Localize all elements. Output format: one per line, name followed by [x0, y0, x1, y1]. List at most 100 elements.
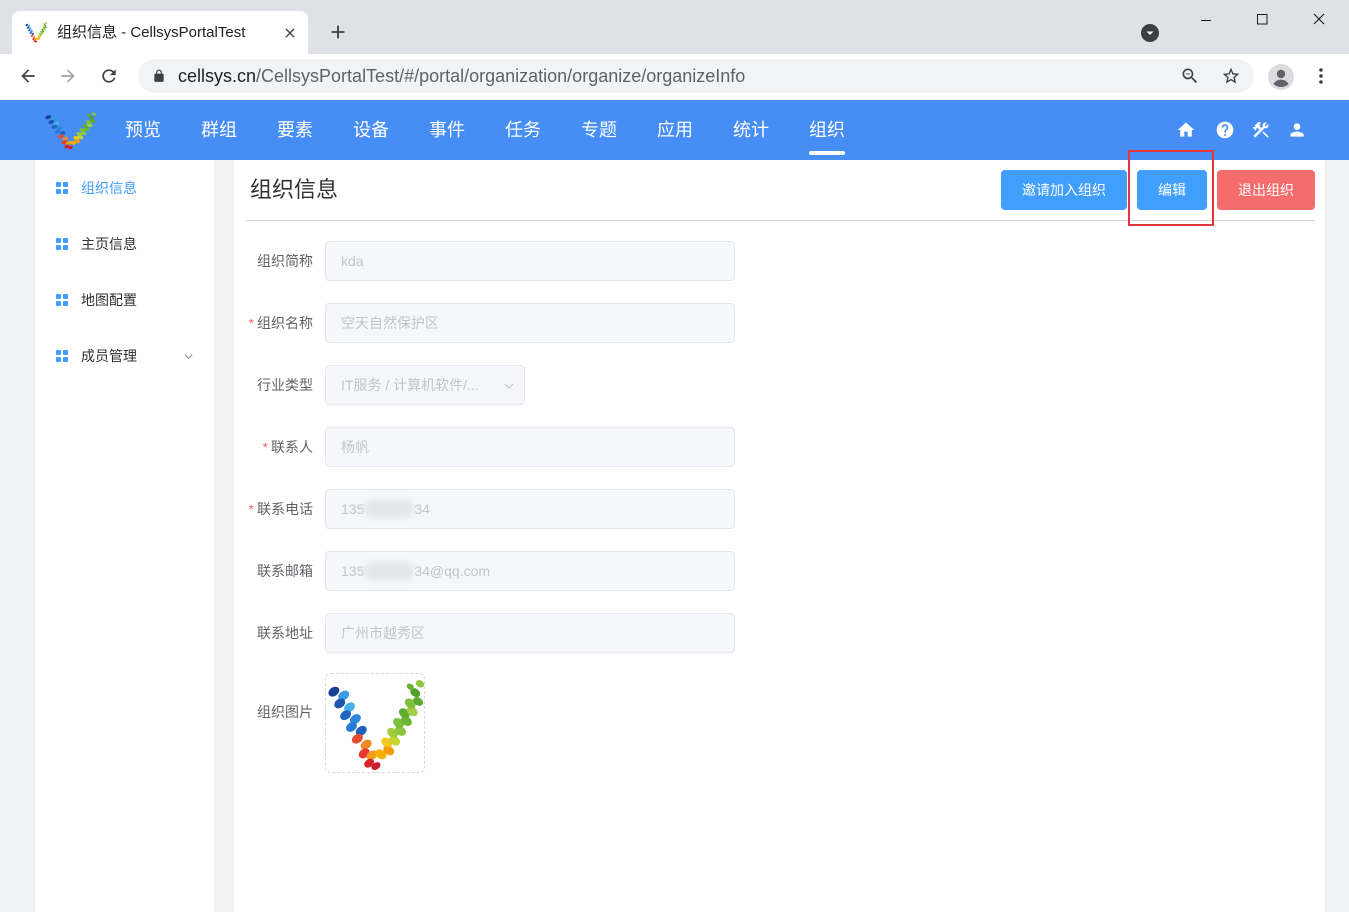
- email-value-suffix: 34@qq.com: [414, 563, 491, 579]
- tab-search-icon[interactable]: [1141, 24, 1159, 42]
- org-logo-image: [326, 674, 424, 772]
- leave-org-button[interactable]: 退出组织: [1217, 170, 1315, 210]
- address-value: 广州市越秀区: [341, 625, 425, 641]
- edit-button[interactable]: 编辑: [1137, 170, 1207, 210]
- contact-value: 杨帆: [341, 439, 369, 455]
- org-name-value: 空天自然保护区: [341, 315, 439, 331]
- maximize-icon[interactable]: [1256, 13, 1268, 25]
- address-input[interactable]: 广州市越秀区: [325, 613, 735, 653]
- short-name-label: 组织简称: [236, 241, 313, 281]
- required-mark: *: [248, 315, 254, 331]
- back-arrow-icon[interactable]: [18, 66, 38, 86]
- industry-label: 行业类型: [236, 365, 313, 405]
- phone-value-suffix: 34: [414, 501, 430, 517]
- star-icon[interactable]: [1221, 66, 1241, 86]
- cellsys-logo[interactable]: [44, 110, 96, 150]
- sidebar: 组织信息 主页信息 地图配置 成员管理: [35, 160, 214, 912]
- nav-item-preview[interactable]: 预览: [105, 100, 181, 160]
- url-path: /CellsysPortalTest/#/portal/organization…: [256, 66, 746, 86]
- org-image-label: 组织图片: [236, 692, 313, 732]
- sidebar-item-label: 成员管理: [81, 348, 137, 364]
- grid-icon: [56, 182, 68, 194]
- main-nav: 预览 群组 要素 设备 事件 任务 专题 应用 统计 组织: [105, 100, 865, 160]
- browser-tab-strip: 组织信息 - CellsysPortalTest: [0, 0, 1349, 54]
- short-name-value: kda: [341, 253, 364, 269]
- privacy-blur: [364, 561, 415, 580]
- reload-icon[interactable]: [99, 66, 119, 86]
- org-name-label-text: 组织名称: [257, 315, 313, 331]
- more-vertical-icon[interactable]: [1311, 66, 1331, 86]
- phone-label-text: 联系电话: [257, 501, 313, 517]
- sidebar-item-label: 地图配置: [81, 292, 137, 308]
- tab-title: 组织信息 - CellsysPortalTest: [57, 24, 246, 41]
- privacy-blur: [364, 499, 415, 518]
- sidebar-item-label: 主页信息: [81, 236, 137, 252]
- org-name-input[interactable]: 空天自然保护区: [325, 303, 735, 343]
- sidebar-item-map-config[interactable]: 地图配置: [35, 272, 214, 328]
- industry-label-text: 行业类型: [257, 377, 313, 393]
- tools-icon[interactable]: [1251, 120, 1271, 140]
- required-mark: *: [248, 501, 254, 517]
- email-label-text: 联系邮箱: [257, 563, 313, 579]
- contact-input[interactable]: 杨帆: [325, 427, 735, 467]
- nav-item-organization[interactable]: 组织: [789, 100, 865, 160]
- phone-label: * 联系电话: [236, 489, 313, 529]
- contact-label-text: 联系人: [271, 439, 313, 455]
- org-name-label: * 组织名称: [236, 303, 313, 343]
- nav-item-groups[interactable]: 群组: [181, 100, 257, 160]
- url-host: cellsys.cn: [178, 66, 257, 86]
- grid-icon: [56, 294, 68, 306]
- minimize-icon[interactable]: [1200, 14, 1212, 26]
- url-text[interactable]: cellsys.cn/CellsysPortalTest/#/portal/or…: [178, 59, 745, 93]
- main-panel: 组织信息 邀请加入组织 编辑 退出组织 组织简称 kda * 组织名称 空天自然保…: [234, 160, 1325, 912]
- sidebar-item-home-info[interactable]: 主页信息: [35, 216, 214, 272]
- phone-input[interactable]: 135 34: [325, 489, 735, 529]
- industry-select[interactable]: IT服务 / 计算机软件/...: [325, 365, 525, 405]
- nav-item-statistics[interactable]: 统计: [713, 100, 789, 160]
- plus-icon[interactable]: [327, 21, 349, 43]
- nav-item-devices[interactable]: 设备: [333, 100, 409, 160]
- nav-item-elements[interactable]: 要素: [257, 100, 333, 160]
- sidebar-item-org-info[interactable]: 组织信息: [35, 160, 214, 216]
- browser-toolbar: cellsys.cn/CellsysPortalTest/#/portal/or…: [0, 54, 1349, 100]
- required-mark: *: [262, 439, 268, 455]
- page-title: 组织信息: [250, 177, 339, 202]
- nav-item-tasks[interactable]: 任务: [485, 100, 561, 160]
- address-bar[interactable]: cellsys.cn/CellsysPortalTest/#/portal/or…: [138, 59, 1254, 93]
- window-close-icon[interactable]: [1313, 13, 1325, 25]
- phone-value-prefix: 135: [341, 501, 365, 517]
- profile-avatar-icon[interactable]: [1268, 64, 1294, 90]
- nav-item-topics[interactable]: 专题: [561, 100, 637, 160]
- org-image-label-text: 组织图片: [257, 704, 313, 720]
- email-value-prefix: 135: [341, 563, 365, 579]
- chevron-down-icon: [504, 383, 514, 389]
- nav-item-apps[interactable]: 应用: [637, 100, 713, 160]
- org-image-upload[interactable]: [325, 673, 425, 773]
- home-icon[interactable]: [1176, 120, 1196, 140]
- email-label: 联系邮箱: [236, 551, 313, 591]
- title-divider: [246, 220, 1315, 221]
- chevron-down-icon[interactable]: [183, 351, 194, 362]
- short-name-label-text: 组织简称: [257, 253, 313, 269]
- help-icon[interactable]: [1215, 120, 1235, 140]
- app-header: 预览 群组 要素 设备 事件 任务 专题 应用 统计 组织: [0, 100, 1349, 160]
- nav-item-events[interactable]: 事件: [409, 100, 485, 160]
- email-input[interactable]: 135 34@qq.com: [325, 551, 735, 591]
- sidebar-item-label: 组织信息: [81, 180, 137, 196]
- invite-to-org-button[interactable]: 邀请加入组织: [1001, 170, 1127, 210]
- address-label-text: 联系地址: [257, 625, 313, 641]
- active-nav-indicator: [809, 151, 845, 155]
- browser-tab-active[interactable]: 组织信息 - CellsysPortalTest: [12, 11, 308, 54]
- user-icon[interactable]: [1287, 120, 1307, 140]
- zoom-out-icon[interactable]: [1180, 66, 1200, 86]
- short-name-input[interactable]: kda: [325, 241, 735, 281]
- cellsys-logo-icon: [25, 21, 47, 43]
- contact-label: * 联系人: [236, 427, 313, 467]
- forward-arrow-icon[interactable]: [58, 66, 78, 86]
- close-icon[interactable]: [282, 25, 298, 41]
- lock-icon[interactable]: [152, 69, 166, 83]
- address-label: 联系地址: [236, 613, 313, 653]
- industry-value: IT服务 / 计算机软件/...: [341, 377, 479, 393]
- grid-icon: [56, 350, 68, 362]
- sidebar-item-member-management[interactable]: 成员管理: [35, 328, 214, 384]
